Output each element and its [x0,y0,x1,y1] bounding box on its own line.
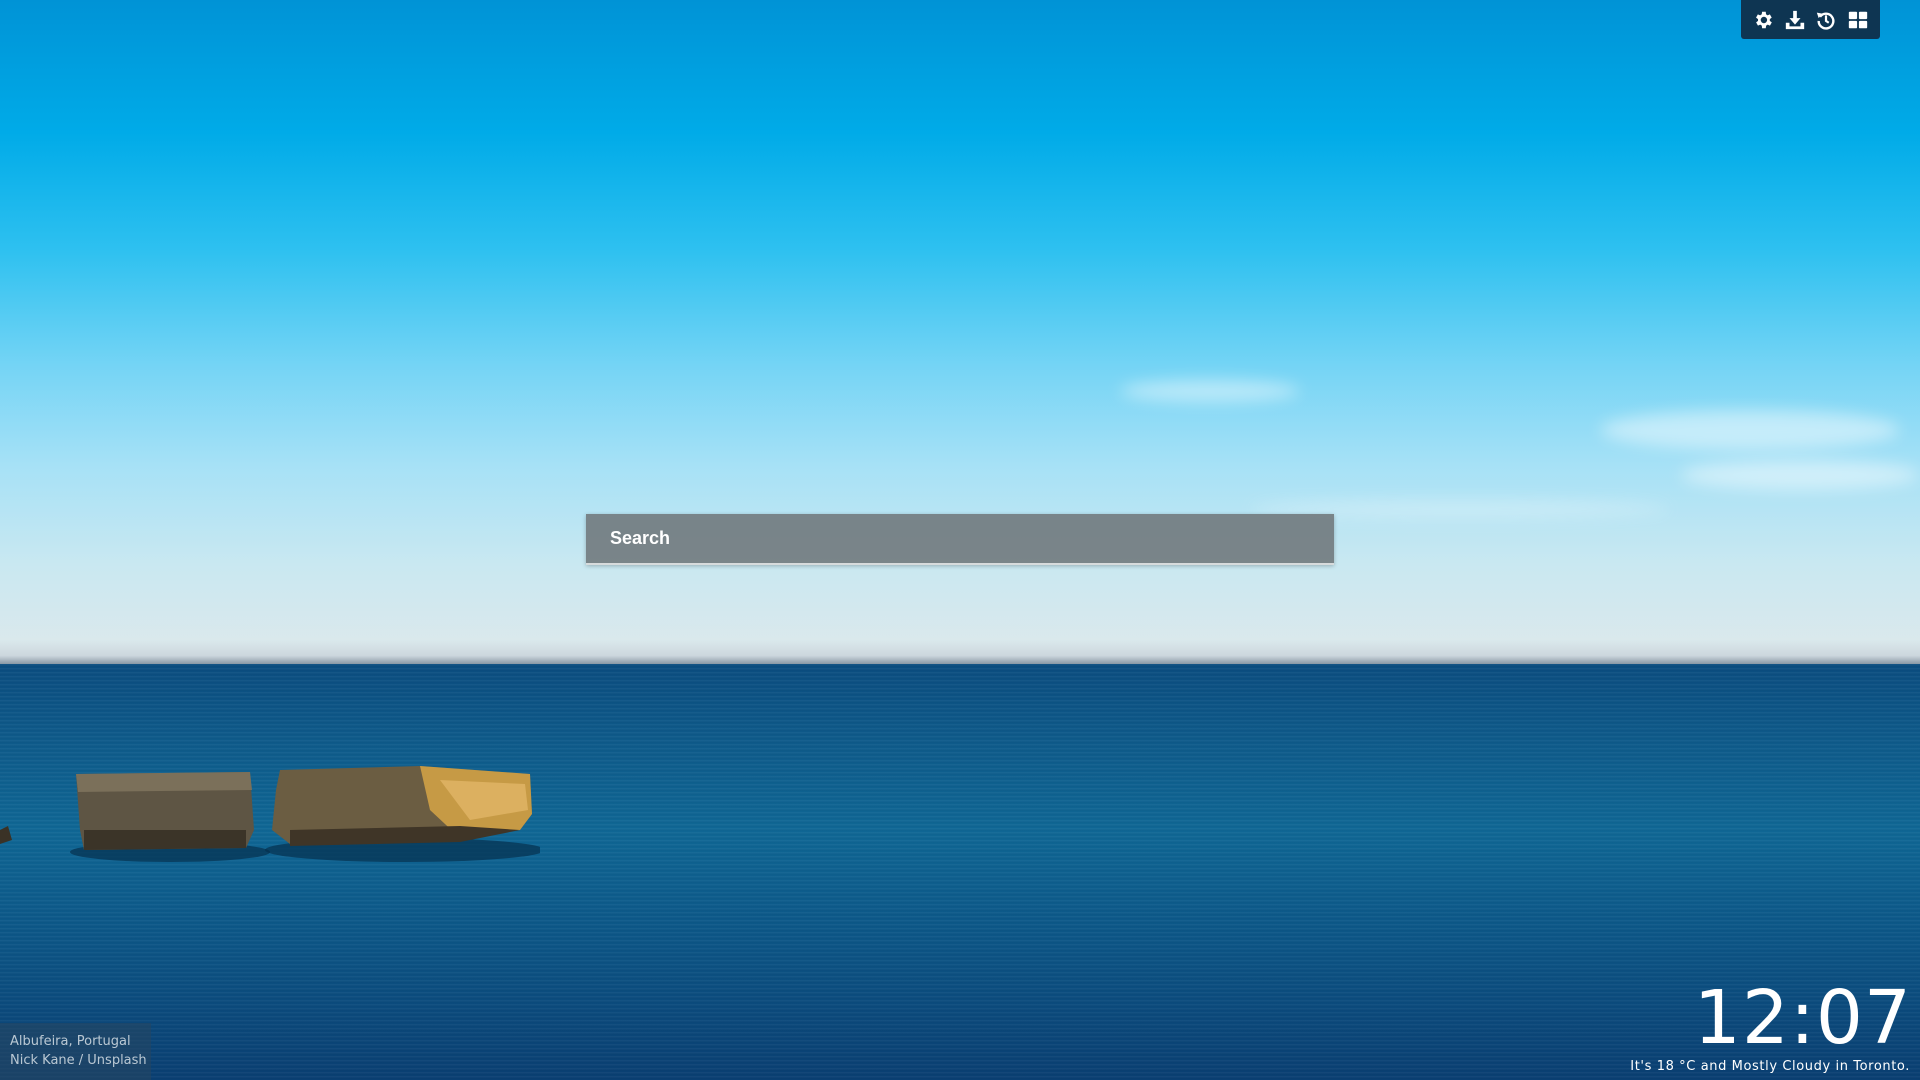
settings-button[interactable] [1750,7,1776,33]
weather-text: It's 18 °C and Mostly Cloudy in Toronto. [1630,1059,1910,1074]
download-button[interactable] [1782,7,1808,33]
search-input[interactable] [586,514,1334,563]
photo-location: Albufeira, Portugal [10,1034,131,1049]
download-icon [1785,10,1804,29]
toolbar [1741,0,1880,39]
grid-icon [1848,11,1868,28]
cloud [1600,410,1900,450]
photo-author: Nick Kane / Unsplash [10,1053,147,1068]
history-button[interactable] [1813,7,1839,33]
horizon [0,640,1920,666]
cloud [1680,460,1920,490]
apps-button[interactable] [1845,7,1871,33]
clock: 12:07 [1693,975,1912,1061]
sea-texture [0,664,1920,1080]
cloud [1120,380,1300,402]
rocks [0,766,540,862]
gear-icon [1755,11,1772,28]
photo-credit[interactable]: Albufeira, Portugal Nick Kane / Unsplash [0,1023,151,1080]
history-icon [1817,12,1835,30]
search-bar [586,514,1334,565]
